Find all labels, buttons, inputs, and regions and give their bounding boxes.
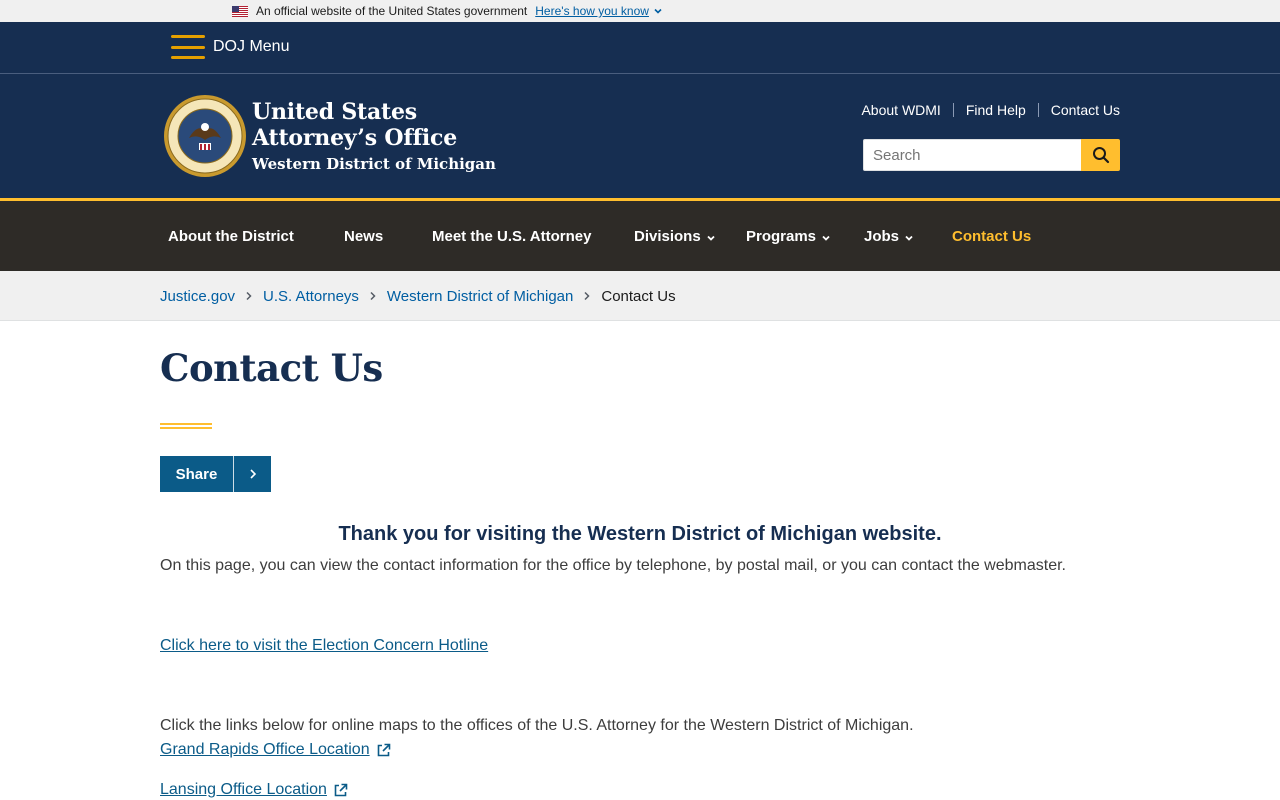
breadcrumb-link-justice-gov[interactable]: Justice.gov: [160, 288, 235, 305]
util-link-about-wdmi[interactable]: About WDMI: [861, 102, 940, 118]
util-link-find-help[interactable]: Find Help: [966, 102, 1026, 118]
nav-item-about-the-district[interactable]: About the District: [168, 228, 294, 245]
search-form: [863, 139, 1120, 171]
utility-links: About WDMI Find Help Contact Us: [861, 102, 1120, 118]
title-underline: [160, 423, 212, 429]
breadcrumb-link-western-district[interactable]: Western District of Michigan: [387, 288, 573, 305]
share-button[interactable]: Share: [160, 456, 271, 492]
gov-banner-inner: An official website of the United States…: [232, 0, 663, 22]
external-link-icon: [334, 783, 348, 796]
hamburger-icon: [171, 35, 205, 59]
grand-rapids-office-label: Grand Rapids Office Location: [160, 741, 370, 758]
brand-line-3: Western District of Michigan: [252, 155, 496, 173]
chevron-right-icon: [234, 468, 271, 480]
office-brand[interactable]: United States Attorney’s Office Western …: [252, 99, 496, 175]
main-nav: About the District News Meet the U.S. At…: [0, 198, 1280, 271]
nav-item-jobs[interactable]: Jobs: [864, 228, 914, 245]
doj-seal-icon[interactable]: [163, 94, 247, 178]
nav-item-news[interactable]: News: [344, 228, 383, 245]
nav-item-meet-the-us-attorney[interactable]: Meet the U.S. Attorney: [432, 228, 591, 245]
search-button[interactable]: [1081, 139, 1120, 171]
brand-line-2: Attorney’s Office: [252, 125, 457, 151]
chevron-down-icon: [707, 235, 715, 241]
nav-item-label: Divisions: [634, 228, 701, 245]
page-title: Contact Us: [160, 346, 383, 390]
grand-rapids-office-link[interactable]: Grand Rapids Office Location: [160, 741, 391, 759]
doj-menu-bar: DOJ Menu: [0, 22, 1280, 74]
external-link-icon: [377, 743, 390, 756]
intro-heading: Thank you for visiting the Western Distr…: [338, 523, 942, 545]
doj-menu-label: DOJ Menu: [213, 38, 290, 55]
us-flag-icon: [232, 5, 248, 17]
util-separator: [952, 103, 954, 117]
chevron-down-icon: [822, 235, 830, 241]
heres-how-you-know-link[interactable]: Here's how you know: [535, 4, 663, 18]
util-separator: [1037, 103, 1039, 117]
maps-intro-text: Click the links below for online maps to…: [160, 717, 914, 734]
nav-item-label: Contact Us: [952, 228, 1032, 245]
chevron-right-icon: [369, 291, 377, 301]
breadcrumb-current: Contact Us: [601, 287, 676, 305]
nav-item-label: About the District: [168, 228, 294, 245]
site-header: United States Attorney’s Office Western …: [0, 74, 1280, 199]
breadcrumb: Justice.gov U.S. Attorneys Western Distr…: [0, 271, 1280, 321]
chevron-right-icon: [245, 291, 253, 301]
nav-item-programs[interactable]: Programs: [746, 228, 831, 245]
lansing-office-link[interactable]: Lansing Office Location: [160, 781, 348, 799]
search-input[interactable]: [863, 139, 1081, 171]
heres-how-you-know-label: Here's how you know: [535, 4, 649, 18]
nav-item-label: Meet the U.S. Attorney: [432, 228, 592, 245]
nav-item-label: News: [344, 228, 384, 245]
brand-line-1: United States: [252, 99, 417, 125]
share-label: Share: [175, 465, 218, 483]
intro-text: On this page, you can view the contact i…: [160, 557, 1066, 574]
breadcrumb-inner: Justice.gov U.S. Attorneys Western Distr…: [160, 271, 676, 321]
util-link-contact-us[interactable]: Contact Us: [1051, 102, 1120, 118]
search-icon: [1092, 147, 1109, 164]
breadcrumb-link-us-attorneys[interactable]: U.S. Attorneys: [263, 288, 359, 305]
chevron-down-icon: [905, 235, 913, 241]
nav-item-label: Jobs: [864, 228, 900, 245]
gov-banner-text: An official website of the United States…: [256, 4, 528, 18]
nav-item-divisions[interactable]: Divisions: [634, 228, 716, 245]
chevron-right-icon: [583, 291, 591, 301]
share-divider: [233, 456, 234, 492]
gov-banner: An official website of the United States…: [0, 0, 1280, 22]
doj-menu-button[interactable]: DOJ Menu: [171, 32, 289, 62]
nav-item-contact-us[interactable]: Contact Us: [952, 228, 1031, 245]
lansing-office-label: Lansing Office Location: [160, 781, 327, 798]
chevron-down-icon: [654, 8, 662, 14]
nav-item-label: Programs: [746, 228, 817, 245]
election-hotline-link[interactable]: Click here to visit the Election Concern…: [160, 637, 488, 655]
